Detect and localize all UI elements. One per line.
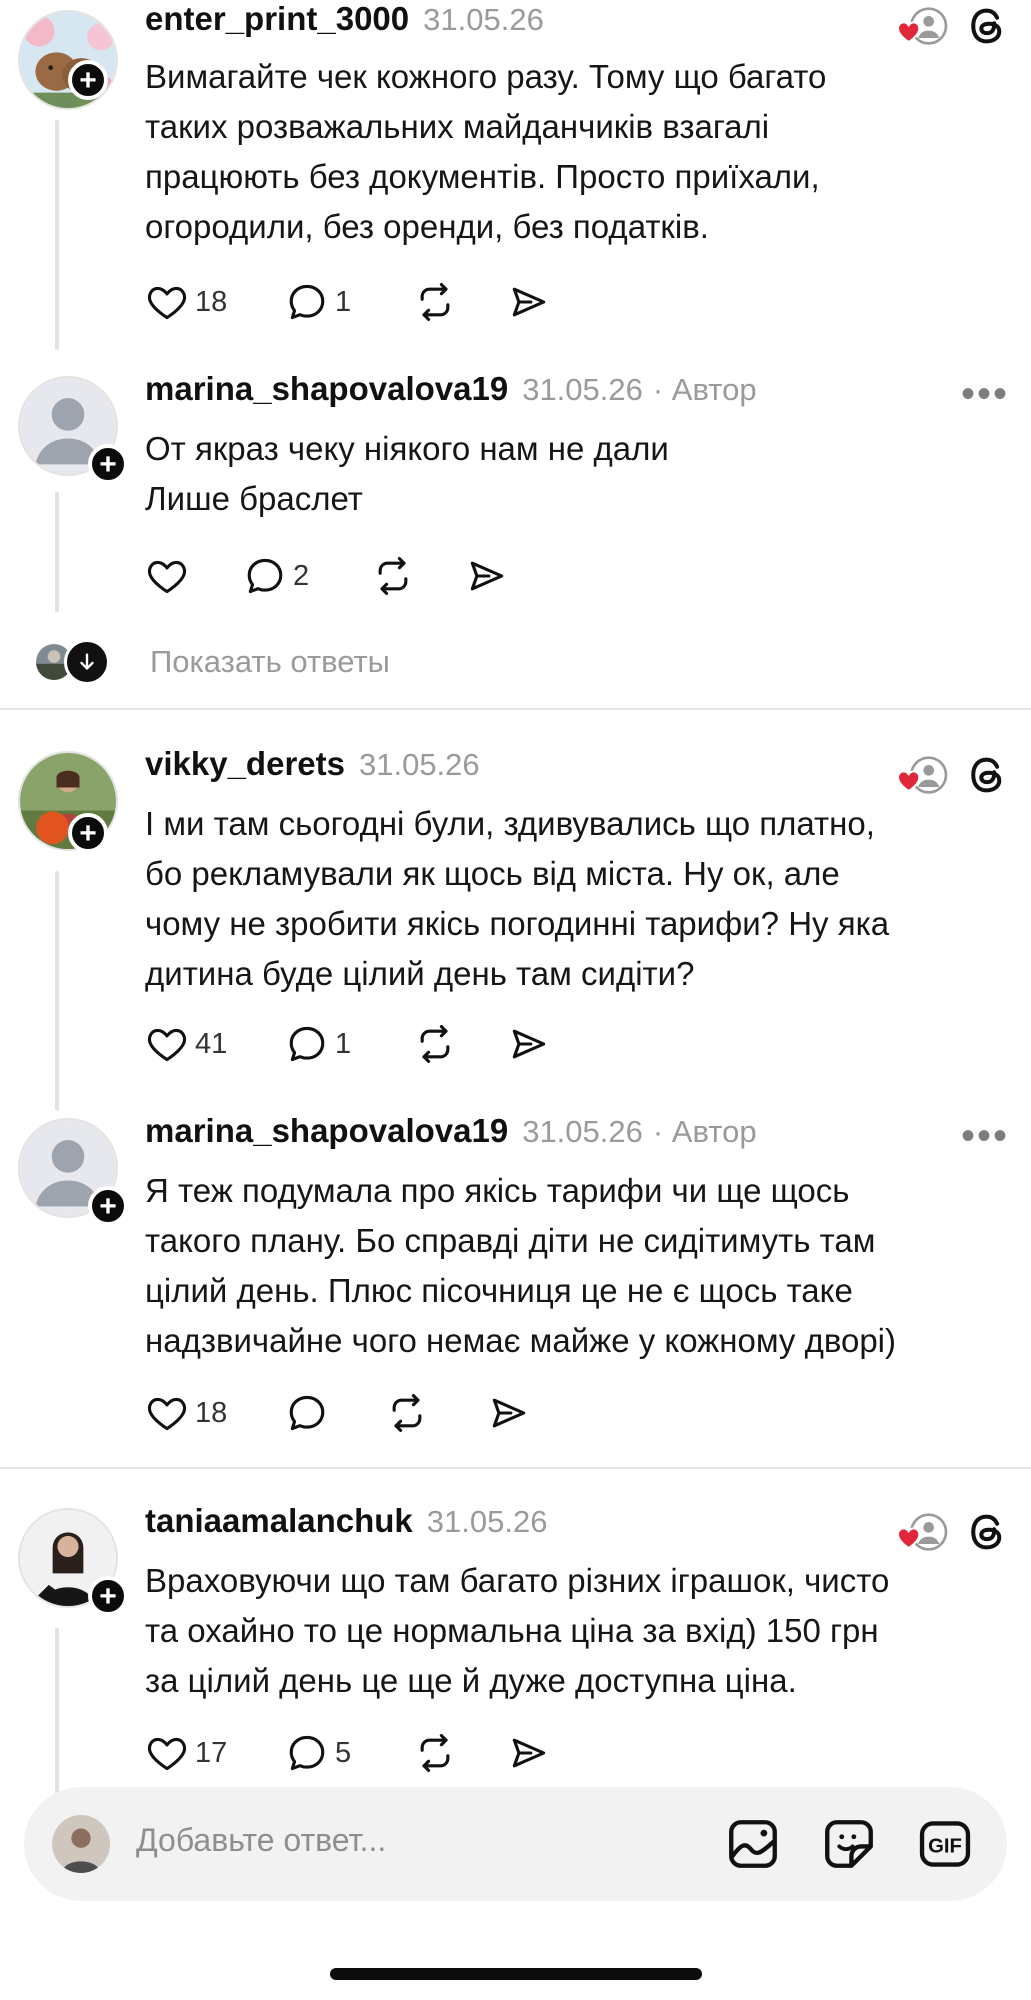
username[interactable]: marina_shapovalova19 <box>145 370 508 408</box>
post-date: 31.05.26 <box>423 2 544 37</box>
reply-button[interactable]: 1 <box>285 1019 351 1069</box>
comment-text: Вимагайте чек кожного разу. Тому що бага… <box>145 58 827 245</box>
username[interactable]: taniaamalanchuk <box>145 1502 413 1540</box>
follow-plus-button[interactable]: + <box>68 60 108 100</box>
speech-bubble-icon <box>285 1022 329 1066</box>
follow-plus-button[interactable]: + <box>88 444 128 484</box>
comment-text: І ми там сьогодні були, здивувались що п… <box>145 805 890 992</box>
reply-count: 5 <box>335 1736 352 1769</box>
liked-by-author-icon <box>895 1512 949 1552</box>
heart-outline-icon <box>145 280 189 324</box>
gif-icon[interactable]: GIF <box>916 1815 974 1873</box>
like-count: 17 <box>195 1736 228 1769</box>
thread-line <box>55 120 59 350</box>
speech-bubble-icon <box>285 1731 329 1775</box>
thread-line <box>55 871 59 1111</box>
repost-icon <box>413 1022 457 1066</box>
reply-button[interactable]: 5 <box>285 1728 351 1778</box>
liked-by-author-icon <box>895 755 949 795</box>
like-count: 41 <box>195 1027 228 1060</box>
thread-line <box>55 1628 59 1798</box>
comment-text: От якраз чеку ніякого нам не дали Лише б… <box>145 430 669 517</box>
svg-text:GIF: GIF <box>928 1836 962 1858</box>
divider <box>0 1467 1031 1469</box>
more-dots-icon[interactable]: ••• <box>961 374 1009 414</box>
repost-button[interactable] <box>413 1728 457 1778</box>
reply-input[interactable]: Добавьте ответ... <box>136 1822 386 1859</box>
heart-outline-icon <box>145 554 189 598</box>
author-badge: · Автор <box>652 1114 757 1149</box>
post-date: 31.05.26 <box>522 1114 643 1149</box>
username[interactable]: vikky_derets <box>145 745 345 783</box>
username[interactable]: enter_print_3000 <box>145 0 409 38</box>
reply-composer[interactable]: Добавьте ответ... GIF <box>24 1787 1007 1901</box>
my-avatar <box>52 1815 110 1873</box>
repost-icon <box>385 1391 429 1435</box>
heart-outline-icon <box>145 1731 189 1775</box>
liked-by-author-icon <box>895 6 949 46</box>
send-icon <box>507 280 551 324</box>
thread-line <box>55 492 59 612</box>
show-replies-label: Показать ответы <box>150 644 390 679</box>
divider <box>0 708 1031 710</box>
image-icon[interactable] <box>724 1815 782 1873</box>
repost-button[interactable] <box>385 1388 429 1438</box>
follow-plus-button[interactable]: + <box>88 1576 128 1616</box>
send-icon <box>465 554 509 598</box>
share-button[interactable] <box>465 551 509 601</box>
reply-button[interactable] <box>285 1388 335 1438</box>
heart-outline-icon <box>145 1022 189 1066</box>
author-badge: · Автор <box>652 372 757 407</box>
share-button[interactable] <box>507 277 551 327</box>
comment-text: Я теж подумала про якісь тарифи чи ще що… <box>145 1172 897 1359</box>
reply-button[interactable]: 1 <box>285 277 351 327</box>
repost-button[interactable] <box>413 277 457 327</box>
heart-outline-icon <box>145 1391 189 1435</box>
home-indicator[interactable] <box>330 1968 702 1980</box>
follow-plus-button[interactable]: + <box>68 813 108 853</box>
share-button[interactable] <box>507 1728 551 1778</box>
send-icon <box>507 1731 551 1775</box>
speech-bubble-icon <box>243 554 287 598</box>
reply-button[interactable]: 2 <box>243 551 309 601</box>
repost-icon <box>413 1731 457 1775</box>
like-button[interactable]: 41 <box>145 1019 227 1069</box>
avatar[interactable] <box>18 10 118 110</box>
threads-logo-icon[interactable] <box>965 1510 1009 1554</box>
show-replies-button[interactable]: Показать ответы <box>34 634 390 690</box>
threads-logo-icon[interactable] <box>965 4 1009 48</box>
share-button[interactable] <box>507 1019 551 1069</box>
reply-count: 2 <box>293 559 310 592</box>
reply-count: 1 <box>335 285 352 318</box>
threads-logo-icon[interactable] <box>965 753 1009 797</box>
arrow-down-icon <box>64 639 110 685</box>
like-button[interactable] <box>145 551 195 601</box>
share-button[interactable] <box>487 1388 531 1438</box>
like-count: 18 <box>195 285 228 318</box>
username[interactable]: marina_shapovalova19 <box>145 1112 508 1150</box>
repost-icon <box>413 280 457 324</box>
speech-bubble-icon <box>285 1391 329 1435</box>
comment-text: Враховуючи що там багато різних іграшок,… <box>145 1562 890 1699</box>
repost-button[interactable] <box>371 551 415 601</box>
sticker-icon[interactable] <box>820 1815 878 1873</box>
like-button[interactable]: 18 <box>145 1388 227 1438</box>
follow-plus-button[interactable]: + <box>88 1186 128 1226</box>
repost-icon <box>371 554 415 598</box>
speech-bubble-icon <box>285 280 329 324</box>
send-icon <box>487 1391 531 1435</box>
like-count: 18 <box>195 1396 228 1429</box>
like-button[interactable]: 17 <box>145 1728 227 1778</box>
post-date: 31.05.26 <box>358 747 480 782</box>
repost-button[interactable] <box>413 1019 457 1069</box>
send-icon <box>507 1022 551 1066</box>
reply-count: 1 <box>335 1027 352 1060</box>
post-date: 31.05.26 <box>426 1504 548 1539</box>
more-dots-icon[interactable]: ••• <box>961 1116 1009 1156</box>
like-button[interactable]: 18 <box>145 277 227 327</box>
post-date: 31.05.26 <box>522 372 643 407</box>
